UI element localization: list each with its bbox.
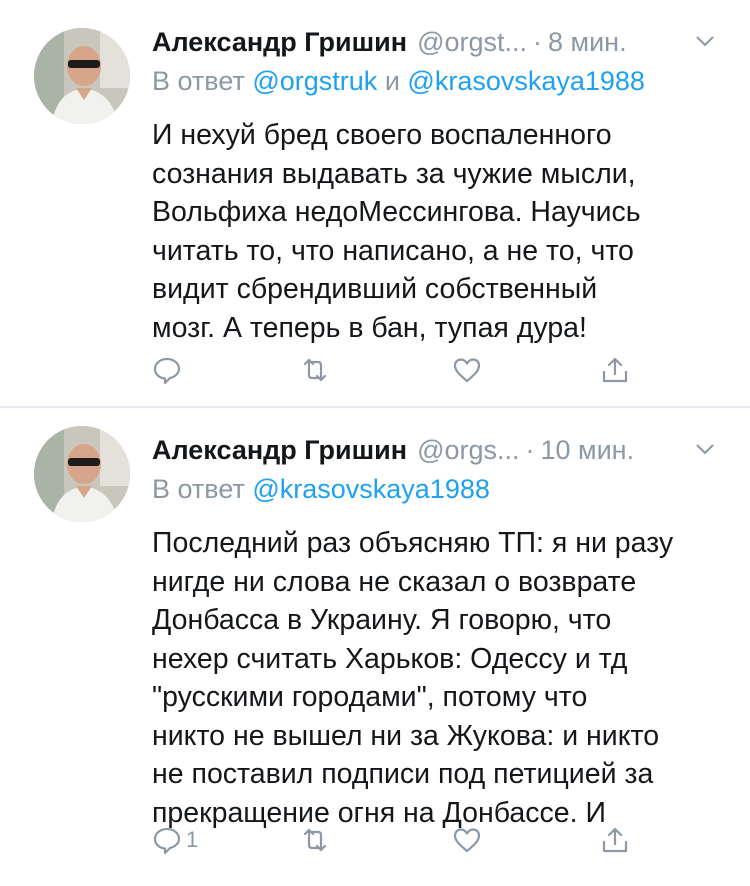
tweet-text-line: И нехуй бред своего воспаленного [152,119,612,151]
like-button[interactable] [452,820,482,860]
tweet-text-line: Донбасса в Украину. Я говорю, что [152,604,612,636]
tweet-text-line: нехер считать Харьков: Одессу и тд [152,642,628,675]
tweet-text-line: "русскими городами", потому что [152,681,588,713]
author-handle[interactable]: @orgs... [417,435,519,466]
tweet-text-line: мозг. А теперь в бан, тупая дура! [152,311,587,344]
like-button[interactable] [452,350,482,390]
tweet-text-line: читать то, что написано, а не то, что [152,234,634,267]
reply-mention-1[interactable]: @krasovskaya1988 [252,474,490,504]
reply-context: В ответ @orgstruk и @krasovskaya1988 [152,66,722,102]
reply-button[interactable] [152,350,186,390]
retweet-icon [303,358,327,382]
separator-dot: · [525,434,535,465]
tweet-content: Александр Гришин @orgs... · 10 мин. В от… [152,430,722,832]
retweet-button[interactable] [300,820,330,860]
reply-button[interactable]: 1 [152,820,198,860]
reply-conjunction: и [384,66,400,96]
tweet[interactable]: Александр Гришин @orgs... · 10 мин. В от… [0,408,750,886]
author-name[interactable]: Александр Гришин [152,27,407,58]
tweet-text-line: сознания выдавать за чужие мысли, [152,157,636,190]
reply-icon [153,827,181,855]
tweet-text-line: Вольфиха недоМессингова. Научись [152,196,641,228]
tweet-header: Александр Гришин @orgst... · 8 мин. [152,22,722,62]
chevron-down-icon[interactable] [694,438,716,460]
tweet-text-line: видит сбрендивший собственный [152,273,598,305]
share-button[interactable] [600,820,630,860]
author-name[interactable]: Александр Гришин [152,435,407,466]
tweet-text-line: не поставил подписи под петицией за [152,758,654,790]
avatar[interactable] [34,426,130,522]
tweet-text-line: Последний раз объясняю ТП: я ни разу [152,527,674,559]
share-icon [602,357,628,383]
reply-mention-2[interactable]: @krasovskaya1988 [407,66,645,96]
tweet[interactable]: Александр Гришин @orgst... · 8 мин. В от… [0,0,750,408]
reply-count: 1 [186,827,199,852]
avatar[interactable] [34,28,130,124]
retweet-icon [303,828,327,852]
separator-dot: · [533,26,543,57]
share-button[interactable] [600,350,630,390]
tweet-text-line: никто не вышел ни за Жукова: и никто [152,719,660,752]
share-icon [602,827,628,853]
tweet-text: И нехуй бред своего воспаленного сознани… [152,116,722,347]
tweet-text: Последний раз объясняю ТП: я ни разу ниг… [152,524,722,832]
reply-prefix: В ответ [152,474,245,504]
tweet-actions: 1 [152,820,642,860]
like-icon [453,358,481,383]
reply-icon [153,357,181,385]
retweet-button[interactable] [300,350,330,390]
tweet-time[interactable]: 10 мин. [541,435,635,466]
tweet-time[interactable]: 8 мин. [548,27,627,58]
avatar-photo [34,426,130,522]
tweet-actions [152,350,642,390]
tweet-text-line: нигде ни слова не сказал о возврате [152,565,637,598]
tweet-header: Александр Гришин @orgs... · 10 мин. [152,430,722,470]
chevron-down-icon[interactable] [694,30,716,52]
reply-mention-1[interactable]: @orgstruk [252,66,377,96]
author-handle[interactable]: @orgst... [417,27,527,58]
like-icon [453,828,481,853]
reply-context: В ответ @krasovskaya1988 [152,474,722,510]
tweet-content: Александр Гришин @orgst... · 8 мин. В от… [152,22,722,347]
reply-prefix: В ответ [152,66,245,96]
avatar-photo [34,28,130,124]
